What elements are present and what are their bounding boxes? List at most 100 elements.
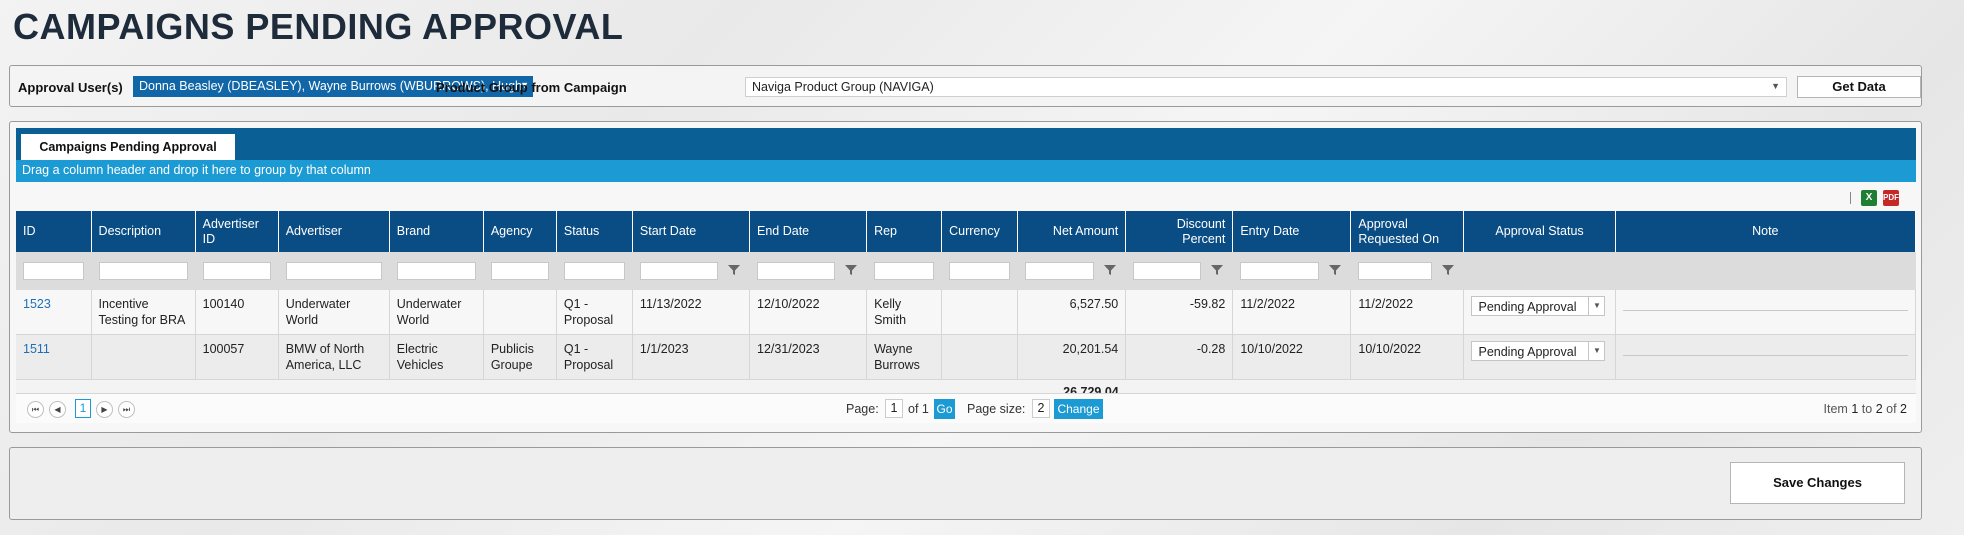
column-header-rep[interactable]: Rep [866,211,943,252]
column-header-net-amount[interactable]: Net Amount [1017,211,1127,252]
cell-approval-status: Pending Approval ▼ [1463,334,1616,380]
page-input[interactable]: 1 [885,399,903,418]
filter-input-entry-date[interactable] [1240,262,1320,280]
filter-cell [866,252,943,290]
cell-status: Q1 - Proposal [556,334,633,380]
approval-status-select[interactable]: Pending Approval ▼ [1471,341,1606,361]
approval-status-select[interactable]: Pending Approval ▼ [1471,296,1606,316]
column-header-approval-requested-on[interactable]: Approval Requested On [1350,211,1465,252]
change-page-size-button[interactable]: Change [1054,399,1103,419]
current-page-number[interactable]: 1 [75,399,91,418]
filter-cell [632,252,751,290]
filter-icon[interactable] [1442,264,1455,276]
column-header-id[interactable]: ID [16,211,92,252]
column-header-advertiser[interactable]: Advertiser [278,211,390,252]
column-header-approval-status[interactable]: Approval Status [1463,211,1616,252]
export-toolbar: X PDF [1850,189,1899,207]
column-header-description[interactable]: Description [91,211,196,252]
page-count-text: of 1 [908,402,929,416]
filter-input-id[interactable] [23,262,84,280]
column-header-agency[interactable]: Agency [483,211,557,252]
filter-cell [749,252,868,290]
product-group-select[interactable]: Naviga Product Group (NAVIGA) ▼ [745,77,1787,97]
grid-panel: Campaigns Pending Approval Drag a column… [9,121,1922,433]
column-header-note[interactable]: Note [1615,211,1917,252]
group-by-panel[interactable]: Drag a column header and drop it here to… [16,160,1916,182]
cell-advertiser: BMW of North America, LLC [278,334,390,380]
cell-currency [941,290,1019,335]
filter-input-net-amount[interactable] [1025,262,1095,280]
filter-input-advertiser[interactable] [285,262,382,280]
cell-agency: Publicis Groupe [483,334,557,380]
page-size-input[interactable]: 2 [1032,399,1050,418]
cell-entry-date: 11/2/2022 [1232,290,1352,335]
item-prefix: Item [1823,402,1848,416]
cell-rep: Kelly Smith [866,290,943,335]
note-input[interactable] [1622,310,1908,311]
column-header-start-date[interactable]: Start Date [632,211,751,252]
page-label: Page: [846,402,879,416]
filter-icon[interactable] [1211,264,1224,276]
column-header-advertiser-id[interactable]: Advertiser ID [195,211,279,252]
approval-status-value: Pending Approval [1478,300,1577,314]
cell-advertiser-id: 100057 [195,334,279,380]
column-header-brand[interactable]: Brand [389,211,484,252]
cell-brand: Underwater World [389,290,484,335]
cell-rep: Wayne Burrows [866,334,943,380]
column-header-entry-date[interactable]: Entry Date [1232,211,1352,252]
filter-icon[interactable] [728,264,740,276]
filter-input-agency[interactable] [490,262,549,280]
column-header-status[interactable]: Status [556,211,633,252]
filter-cell [195,252,279,290]
first-page-icon[interactable]: ⏮ [27,401,44,418]
cell-start-date: 11/13/2022 [632,290,751,335]
excel-icon[interactable]: X [1861,190,1877,206]
cell-advertiser-id: 100140 [195,290,279,335]
cell-brand: Electric Vehicles [389,334,484,380]
pdf-icon[interactable]: PDF [1883,190,1899,206]
cell-approval-requested-on: 11/2/2022 [1350,290,1465,335]
item-to: 2 [1875,402,1883,416]
item-total: 2 [1900,402,1907,416]
campaign-id-link[interactable]: 1511 [23,342,50,356]
campaigns-grid: ID Description Advertiser ID Advertiser … [16,211,1917,404]
column-header-end-date[interactable]: End Date [749,211,868,252]
filter-input-description[interactable] [98,262,188,280]
chevron-down-icon: ▼ [1588,342,1604,360]
save-changes-button[interactable]: Save Changes [1730,462,1905,504]
filter-input-advertiser-id[interactable] [202,262,271,280]
filter-input-end-date[interactable] [757,262,836,280]
approval-user-label: Approval User(s) [18,80,123,95]
tab-campaigns-pending-approval[interactable]: Campaigns Pending Approval [21,134,235,160]
get-data-button[interactable]: Get Data [1797,76,1921,98]
column-header-discount-percent[interactable]: Discount Percent [1125,211,1234,252]
filter-icon[interactable] [1104,264,1117,276]
cell-note [1615,334,1917,380]
column-header-currency[interactable]: Currency [941,211,1019,252]
page-title: CAMPAIGNS PENDING APPROVAL [13,6,624,47]
prev-page-icon[interactable]: ◀ [49,401,66,418]
next-page-icon[interactable]: ▶ [96,401,113,418]
filter-input-start-date[interactable] [639,262,718,280]
filter-input-status[interactable] [563,262,625,280]
filter-input-approval-requested-on[interactable] [1358,262,1433,280]
cell-approval-requested-on: 10/10/2022 [1350,334,1465,380]
note-input[interactable] [1622,355,1908,356]
last-page-icon[interactable]: ⏭ [118,401,135,418]
go-button[interactable]: Go [934,399,955,419]
filter-icon[interactable] [1329,264,1342,276]
filter-input-rep[interactable] [874,262,935,280]
filter-input-brand[interactable] [396,262,476,280]
cell-note [1615,290,1917,335]
filter-panel: Approval User(s) Donna Beasley (DBEASLEY… [9,65,1922,107]
cell-id: 1511 [16,334,92,380]
approval-status-value: Pending Approval [1478,345,1577,359]
filter-cell [16,252,92,290]
filter-input-discount-percent[interactable] [1133,262,1202,280]
cell-end-date: 12/10/2022 [749,290,868,335]
filter-input-currency[interactable] [949,262,1011,280]
filter-row [16,252,1917,290]
campaign-id-link[interactable]: 1523 [23,297,51,311]
filter-cell [556,252,633,290]
filter-icon[interactable] [845,264,858,276]
